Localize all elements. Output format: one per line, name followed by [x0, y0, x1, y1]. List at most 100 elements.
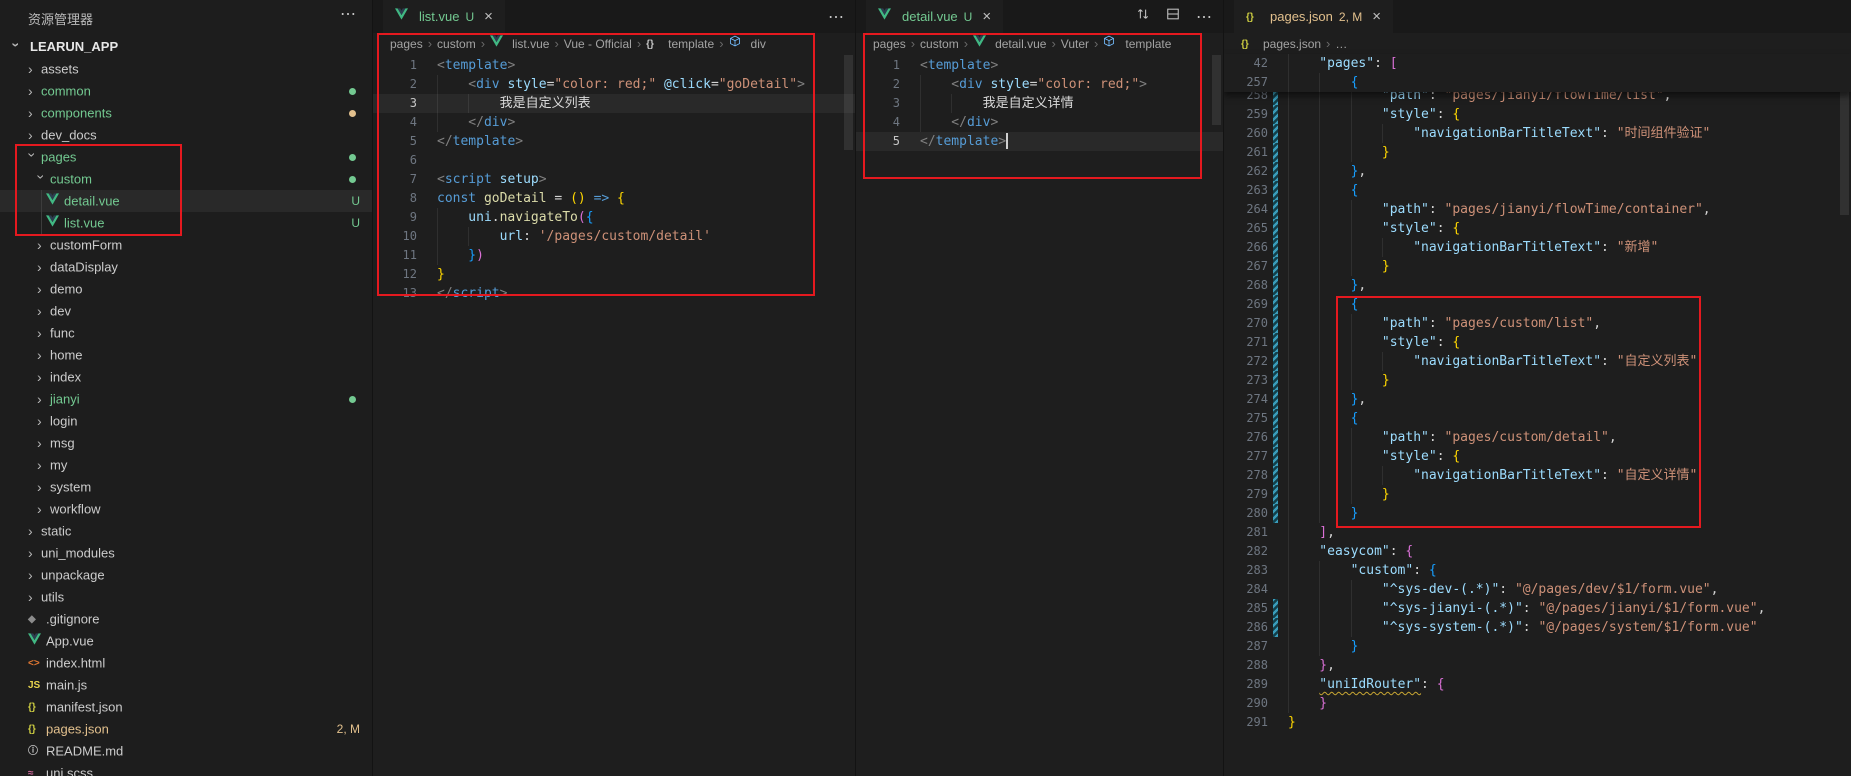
- code-line-10[interactable]: 10url: '/pages/custom/detail': [373, 227, 855, 246]
- breadcrumb-segment[interactable]: pages: [873, 37, 906, 51]
- tree-item-components[interactable]: ›components: [0, 102, 372, 124]
- tree-item-dev[interactable]: ›dev: [0, 300, 372, 322]
- tree-item-dev-docs[interactable]: ›dev_docs: [0, 124, 372, 146]
- tree-root-item[interactable]: › LEARUN_APP: [0, 36, 372, 58]
- code-line-267[interactable]: 267}: [1224, 257, 1851, 276]
- close-icon[interactable]: ×: [484, 8, 493, 25]
- code-line-284[interactable]: 284"^sys-dev-(.*)": "@/pages/dev/$1/form…: [1224, 580, 1851, 599]
- code-line-281[interactable]: 281],: [1224, 523, 1851, 542]
- code-line-265[interactable]: 265"style": {: [1224, 219, 1851, 238]
- close-icon[interactable]: ×: [982, 8, 991, 25]
- code-area[interactable]: 258"path": "pages/jianyi/flowTime/list",…: [1224, 54, 1851, 776]
- code-line-262[interactable]: 262},: [1224, 162, 1851, 181]
- code-line-2[interactable]: 2<div style="color: red;" @click="goDeta…: [373, 75, 855, 94]
- code-line-269[interactable]: 269{: [1224, 295, 1851, 314]
- tree-item-manifest-json[interactable]: {}manifest.json: [0, 696, 372, 718]
- breadcrumb-segment[interactable]: Vue - Official: [564, 37, 632, 51]
- breadcrumb-segment[interactable]: pages: [390, 37, 423, 51]
- code-line-11[interactable]: 11}): [373, 246, 855, 265]
- code-line-259[interactable]: 259"style": {: [1224, 105, 1851, 124]
- code-line-283[interactable]: 283"custom": {: [1224, 561, 1851, 580]
- code-line-8[interactable]: 8const goDetail = () => {: [373, 189, 855, 208]
- sidebar-editor-divider[interactable]: [372, 0, 373, 776]
- tree-item-unpackage[interactable]: ›unpackage: [0, 564, 372, 586]
- breadcrumb-segment[interactable]: template: [1103, 37, 1171, 51]
- scrollbar-slider[interactable]: [844, 55, 853, 150]
- code-line-285[interactable]: 285"^sys-jianyi-(.*)": "@/pages/jianyi/$…: [1224, 599, 1851, 618]
- split-editor-icon[interactable]: [1166, 7, 1180, 26]
- tree-item-workflow[interactable]: ›workflow: [0, 498, 372, 520]
- code-line-273[interactable]: 273}: [1224, 371, 1851, 390]
- tree-item-utils[interactable]: ›utils: [0, 586, 372, 608]
- code-line-277[interactable]: 277"style": {: [1224, 447, 1851, 466]
- code-line-5[interactable]: 5</template>: [856, 132, 1223, 151]
- tree-item-my[interactable]: ›my: [0, 454, 372, 476]
- tree-item-func[interactable]: ›func: [0, 322, 372, 344]
- tree-item-pages-json[interactable]: {}pages.json2, M: [0, 718, 372, 740]
- close-icon[interactable]: ×: [1372, 8, 1381, 25]
- code-area[interactable]: 1<template>2<div style="color: red;" @cl…: [373, 54, 855, 776]
- tree-item-home[interactable]: ›home: [0, 344, 372, 366]
- code-line-266[interactable]: 266"navigationBarTitleText": "新增": [1224, 238, 1851, 257]
- code-line-6[interactable]: 6: [373, 151, 855, 170]
- code-line-9[interactable]: 9uni.navigateTo({: [373, 208, 855, 227]
- tree-item-detail-vue[interactable]: detail.vueU: [0, 190, 372, 212]
- code-line-278[interactable]: 278"navigationBarTitleText": "自定义详情": [1224, 466, 1851, 485]
- tree-item-pages[interactable]: ›pages: [0, 146, 372, 168]
- more-actions-icon[interactable]: ⋯: [1196, 7, 1213, 27]
- code-line-13[interactable]: 13</script>: [373, 284, 855, 303]
- code-line-272[interactable]: 272"navigationBarTitleText": "自定义列表": [1224, 352, 1851, 371]
- code-line-289[interactable]: 289"uniIdRouter": {: [1224, 675, 1851, 694]
- code-line-4[interactable]: 4</div>: [373, 113, 855, 132]
- breadcrumb-segment[interactable]: custom: [920, 37, 959, 51]
- tab-detail-vue[interactable]: detail.vueU×: [866, 0, 1003, 33]
- code-line-286[interactable]: 286"^sys-system-(.*)": "@/pages/system/$…: [1224, 618, 1851, 637]
- code-line-2[interactable]: 2<div style="color: red;">: [856, 75, 1223, 94]
- breadcrumb-segment[interactable]: custom: [437, 37, 476, 51]
- code-line-4[interactable]: 4</div>: [856, 113, 1223, 132]
- tree-item-msg[interactable]: ›msg: [0, 432, 372, 454]
- scrollbar-slider[interactable]: [1212, 55, 1221, 125]
- code-line-282[interactable]: 282"easycom": {: [1224, 542, 1851, 561]
- code-line-279[interactable]: 279}: [1224, 485, 1851, 504]
- code-line-264[interactable]: 264"path": "pages/jianyi/flowTime/contai…: [1224, 200, 1851, 219]
- tree-item-customform[interactable]: ›customForm: [0, 234, 372, 256]
- code-area[interactable]: 1<template>2<div style="color: red;">3我是…: [856, 54, 1223, 776]
- tree-item-jianyi[interactable]: ›jianyi: [0, 388, 372, 410]
- code-line-261[interactable]: 261}: [1224, 143, 1851, 162]
- tree-item-list-vue[interactable]: list.vueU: [0, 212, 372, 234]
- code-line-270[interactable]: 270"path": "pages/custom/list",: [1224, 314, 1851, 333]
- breadcrumb-segment[interactable]: list.vue: [490, 37, 549, 51]
- tab-list-vue[interactable]: list.vueU×: [383, 0, 505, 33]
- tree-item-assets[interactable]: ›assets: [0, 58, 372, 80]
- code-line-3[interactable]: 3我是自定义列表: [373, 94, 855, 113]
- tree-item-readme-md[interactable]: ⓘREADME.md: [0, 740, 372, 762]
- code-line-3[interactable]: 3我是自定义详情: [856, 94, 1223, 113]
- tree-item-static[interactable]: ›static: [0, 520, 372, 542]
- breadcrumb-segment[interactable]: {}pages.json: [1241, 37, 1321, 51]
- code-line-280[interactable]: 280}: [1224, 504, 1851, 523]
- code-line-287[interactable]: 287}: [1224, 637, 1851, 656]
- code-line-1[interactable]: 1<template>: [373, 56, 855, 75]
- code-line-257[interactable]: 257{: [1224, 73, 1851, 92]
- code-line-12[interactable]: 12}: [373, 265, 855, 284]
- code-line-271[interactable]: 271"style": {: [1224, 333, 1851, 352]
- code-line-260[interactable]: 260"navigationBarTitleText": "时间组件验证": [1224, 124, 1851, 143]
- breadcrumb-segment[interactable]: detail.vue: [973, 37, 1046, 51]
- code-line-291[interactable]: 291}: [1224, 713, 1851, 732]
- code-line-42[interactable]: 42"pages": [: [1224, 54, 1851, 73]
- tab-pages-json[interactable]: {}pages.json2, M×: [1234, 0, 1393, 33]
- tree-item-uni-modules[interactable]: ›uni_modules: [0, 542, 372, 564]
- tree-item-system[interactable]: ›system: [0, 476, 372, 498]
- tree-item-index[interactable]: ›index: [0, 366, 372, 388]
- code-line-5[interactable]: 5</template>: [373, 132, 855, 151]
- breadcrumb-segment[interactable]: div: [729, 37, 766, 51]
- tree-item-datadisplay[interactable]: ›dataDisplay: [0, 256, 372, 278]
- code-line-275[interactable]: 275{: [1224, 409, 1851, 428]
- code-line-276[interactable]: 276"path": "pages/custom/detail",: [1224, 428, 1851, 447]
- tree-item-uni-scss[interactable]: ≈uni.scss: [0, 762, 372, 776]
- tree-item-common[interactable]: ›common: [0, 80, 372, 102]
- breadcrumb-segment[interactable]: …: [1335, 37, 1347, 51]
- code-line-7[interactable]: 7<script setup>: [373, 170, 855, 189]
- group1-group2-divider[interactable]: [855, 0, 856, 776]
